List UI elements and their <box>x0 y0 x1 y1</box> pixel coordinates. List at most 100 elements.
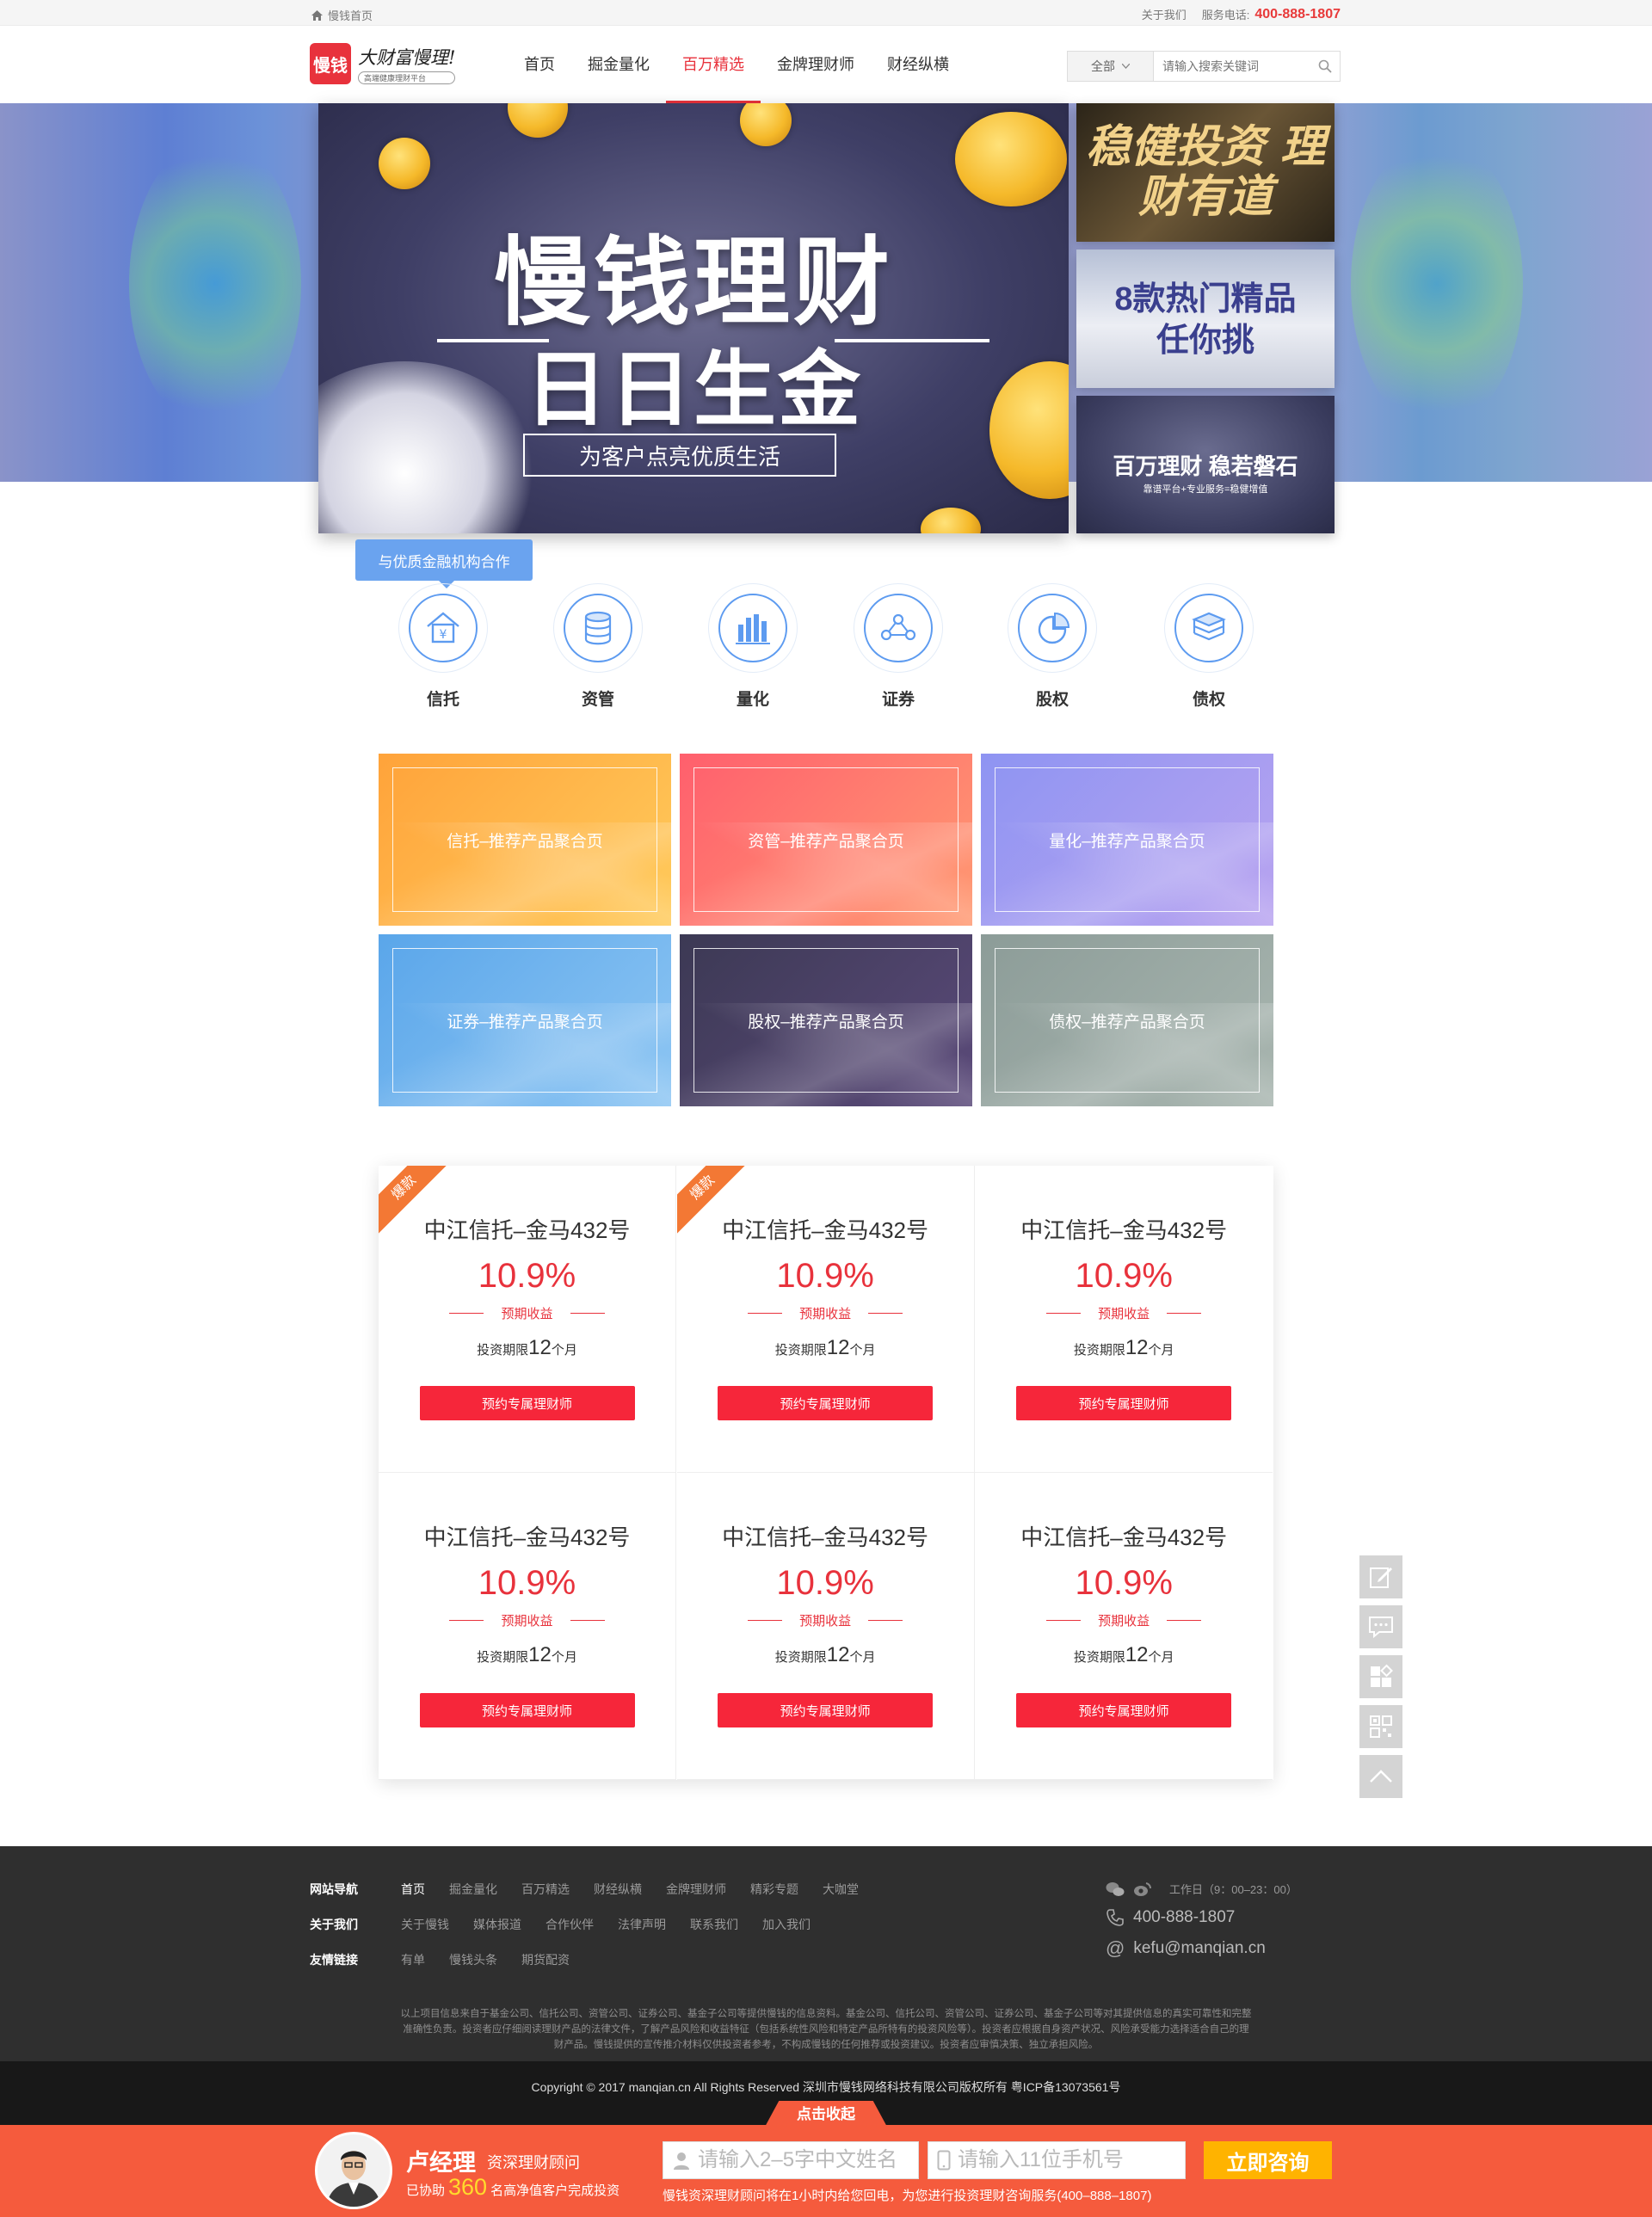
footer-link[interactable]: 财经纵横 <box>594 1881 642 1898</box>
qrcode-icon <box>1370 1715 1392 1738</box>
collapse-button[interactable]: 点击收起 <box>764 2101 888 2128</box>
search-icon <box>1318 59 1332 73</box>
product-rate: 10.9% <box>478 1564 576 1602</box>
about-link[interactable]: 关于我们 <box>1142 6 1187 22</box>
footer-link[interactable]: 期货配资 <box>521 1951 570 1968</box>
product-card[interactable]: 中江信托–金马432号 10.9% 预期收益 投资期限12个月 预约专属理财师 <box>676 1473 975 1780</box>
feedback-button[interactable] <box>1359 1555 1402 1598</box>
footer-heading: 关于我们 <box>310 1918 358 1931</box>
pie-chart-icon <box>1038 612 1070 644</box>
product-card[interactable]: 爆款 中江信托–金马432号 10.9% 预期收益 投资期限12个月 预约专属理财师 <box>379 1166 676 1473</box>
app-download-button[interactable] <box>1359 1655 1402 1698</box>
footer-link[interactable]: 大咖堂 <box>823 1881 859 1898</box>
tile-trust[interactable]: 信托–推荐产品聚合页 <box>379 754 671 926</box>
tile-equity[interactable]: 股权–推荐产品聚合页 <box>680 934 972 1106</box>
footer-link[interactable]: 合作伙伴 <box>546 1916 594 1933</box>
divider-line <box>449 1620 484 1621</box>
product-rate: 10.9% <box>776 1257 874 1295</box>
advisor-stats-prefix: 已协助 <box>406 2183 446 2198</box>
category-trust[interactable]: ¥ 信托 <box>396 583 490 710</box>
nav-quant[interactable]: 掘金量化 <box>571 26 666 103</box>
search-button[interactable] <box>1310 52 1340 81</box>
search-input[interactable] <box>1154 52 1310 81</box>
footer-link[interactable]: 掘金量化 <box>449 1881 497 1898</box>
home-link[interactable]: 慢钱首页 <box>311 7 373 23</box>
category-label: 债权 <box>1192 691 1225 709</box>
consult-name-input[interactable] <box>698 2148 904 2172</box>
term-prefix: 投资期限 <box>1073 1343 1125 1358</box>
main-banner[interactable]: 慢钱理财 日日生金 为客户点亮优质生活 <box>318 103 1069 533</box>
tile-label: 债权–推荐产品聚合页 <box>995 948 1260 1093</box>
service-hours: 工作日（9：00–23：00） <box>1169 1883 1298 1896</box>
logo[interactable]: 慢钱 大财富慢理! 高端健康理财平台 <box>310 43 456 84</box>
advisor-title: 资深理财顾问 <box>487 2154 580 2171</box>
product-term: 投资期限12个月 <box>975 1643 1273 1667</box>
product-name: 中江信托–金马432号 <box>423 1217 631 1243</box>
search-scope-select[interactable]: 全部 <box>1068 52 1154 81</box>
reserve-advisor-button[interactable]: 预约专属理财师 <box>419 1693 635 1727</box>
product-card[interactable]: 中江信托–金马432号 10.9% 预期收益 投资期限12个月 预约专属理财师 <box>975 1166 1273 1473</box>
term-value: 12 <box>1125 1336 1149 1359</box>
product-card[interactable]: 中江信托–金马432号 10.9% 预期收益 投资期限12个月 预约专属理财师 <box>975 1473 1273 1780</box>
side-banner-million-finance[interactable]: 百万理财 稳若磐石 靠谱平台+专业服务=稳健增值 <box>1076 396 1335 533</box>
phone-icon <box>1106 1909 1124 1926</box>
qrcode-button[interactable] <box>1359 1705 1402 1748</box>
weibo-icon[interactable] <box>1133 1881 1152 1897</box>
service-phone: 400-888-1807 <box>1254 6 1341 22</box>
side-banner-steady-invest[interactable]: 稳健投资 理财有道 <box>1076 103 1335 242</box>
nav-gold-advisor[interactable]: 金牌理财师 <box>761 26 871 103</box>
reserve-advisor-button[interactable]: 预约专属理财师 <box>718 1386 934 1420</box>
online-chat-button[interactable] <box>1359 1605 1402 1648</box>
footer-link[interactable]: 加入我们 <box>762 1916 811 1933</box>
nav-home[interactable]: 首页 <box>508 26 571 103</box>
reserve-advisor-button[interactable]: 预约专属理财师 <box>419 1386 635 1420</box>
nav-finance-news[interactable]: 财经纵横 <box>871 26 965 103</box>
consult-phone-input[interactable] <box>958 2148 1164 2172</box>
footer-email-address[interactable]: kefu@manqian.cn <box>1133 1939 1265 1958</box>
footer-link[interactable]: 法律声明 <box>618 1916 666 1933</box>
wechat-icon[interactable] <box>1106 1881 1125 1897</box>
product-term: 投资期限12个月 <box>975 1336 1273 1360</box>
home-link-label: 慢钱首页 <box>328 9 373 22</box>
side-banner-hot-products[interactable]: 8款热门精品 任你挑 <box>1076 249 1335 388</box>
tile-securities[interactable]: 证券–推荐产品聚合页 <box>379 934 671 1106</box>
rate-label: 预期收益 <box>799 1614 852 1629</box>
footer-link[interactable]: 百万精选 <box>521 1881 570 1898</box>
category-asset-management[interactable]: 资管 <box>551 583 645 710</box>
footer-link[interactable]: 关于慢钱 <box>401 1916 449 1933</box>
category-quant[interactable]: 量化 <box>706 583 800 710</box>
consult-submit-button[interactable]: 立即咨询 <box>1204 2141 1332 2179</box>
footer-link[interactable]: 金牌理财师 <box>666 1881 726 1898</box>
term-unit: 个月 <box>849 1650 876 1665</box>
category-securities[interactable]: 证券 <box>851 583 946 710</box>
divider-line <box>570 1313 605 1314</box>
coin-decoration <box>379 138 430 189</box>
tile-asset-management[interactable]: 资管–推荐产品聚合页 <box>680 754 972 926</box>
footer-link[interactable]: 慢钱头条 <box>449 1951 497 1968</box>
category-equity[interactable]: 股权 <box>1005 583 1100 710</box>
tile-label: 证券–推荐产品聚合页 <box>392 948 657 1093</box>
tile-quant[interactable]: 量化–推荐产品聚合页 <box>981 754 1273 926</box>
footer-link[interactable]: 精彩专题 <box>750 1881 798 1898</box>
divider-line <box>570 1620 605 1621</box>
back-to-top-button[interactable] <box>1359 1755 1402 1798</box>
advisor-avatar <box>315 2132 392 2209</box>
product-card[interactable]: 中江信托–金马432号 10.9% 预期收益 投资期限12个月 预约专属理财师 <box>379 1473 676 1780</box>
reserve-advisor-button[interactable]: 预约专属理财师 <box>718 1693 934 1727</box>
tile-debt[interactable]: 债权–推荐产品聚合页 <box>981 934 1273 1106</box>
mobile-icon <box>937 2150 951 2171</box>
nav-million-select[interactable]: 百万精选 <box>666 26 761 103</box>
footer-link[interactable]: 有单 <box>401 1951 425 1968</box>
category-debt[interactable]: 债权 <box>1162 583 1256 710</box>
search-scope-value: 全部 <box>1091 59 1115 73</box>
product-rate: 10.9% <box>776 1564 874 1602</box>
footer-link[interactable]: 首页 <box>401 1881 425 1898</box>
top-bar: 慢钱首页 关于我们 服务电话: 400-888-1807 <box>0 0 1652 26</box>
product-card[interactable]: 爆款 中江信托–金马432号 10.9% 预期收益 投资期限12个月 预约专属理财师 <box>676 1166 975 1473</box>
footer-link[interactable]: 联系我们 <box>690 1916 738 1933</box>
reserve-advisor-button[interactable]: 预约专属理财师 <box>1016 1386 1232 1420</box>
footer-link[interactable]: 媒体报道 <box>473 1916 521 1933</box>
banner-subtitle: 日日生金 <box>525 344 862 436</box>
reserve-advisor-button[interactable]: 预约专属理财师 <box>1016 1693 1232 1727</box>
advisor-client-count: 360 <box>448 2174 488 2200</box>
